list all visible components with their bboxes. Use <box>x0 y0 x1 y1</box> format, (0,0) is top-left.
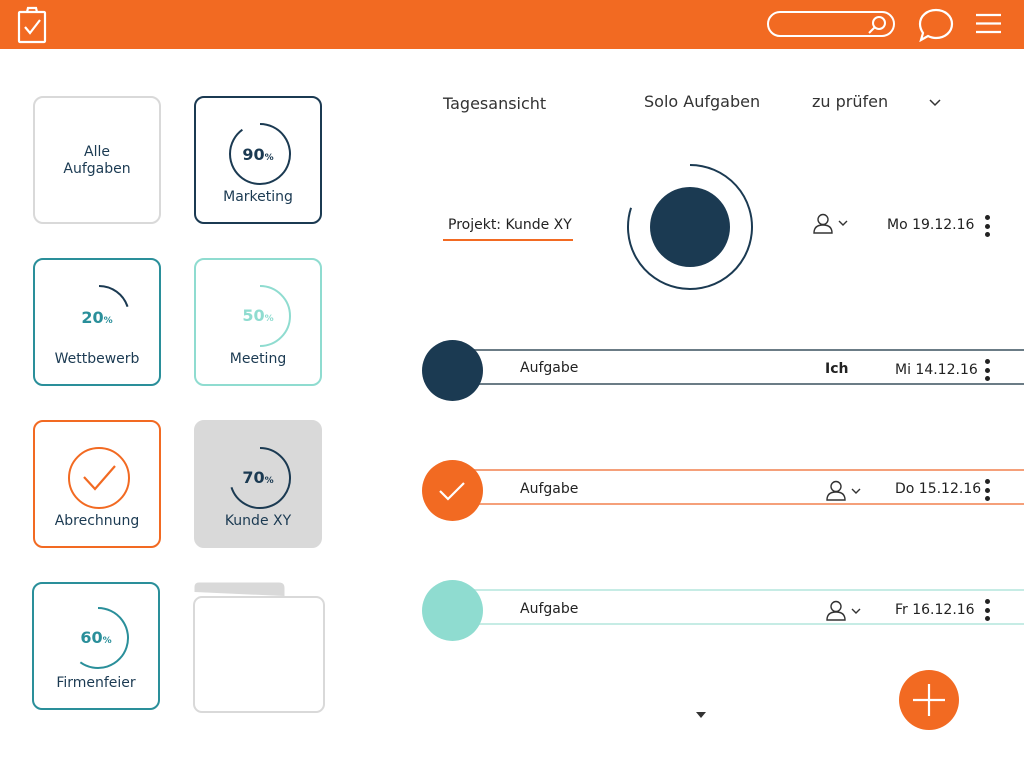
task-date: Mi 14.12.16 <box>895 362 978 378</box>
tile-label: Wettbewerb <box>54 351 140 367</box>
progress-percent: 90% <box>242 145 274 164</box>
caret-down-icon[interactable] <box>695 711 707 719</box>
task-title: Aufgabe <box>520 601 579 617</box>
more-options-icon[interactable] <box>982 215 992 241</box>
progress-percent: 70% <box>242 468 274 487</box>
tile-wettbewerb[interactable]: 20% Wettbewerb <box>33 258 161 386</box>
assignee-dropdown-icon[interactable] <box>826 600 864 622</box>
task-status-circle[interactable] <box>422 340 483 401</box>
checkmark-icon <box>68 447 130 509</box>
assignee-dropdown-icon[interactable] <box>826 480 864 502</box>
top-bar <box>0 0 1024 49</box>
tab-day-view[interactable]: Tagesansicht <box>443 94 546 113</box>
progress-ring <box>79 607 129 669</box>
task-status-circle[interactable] <box>422 460 483 521</box>
project-underline <box>443 239 573 241</box>
tab-solo-tasks[interactable]: Solo Aufgaben <box>644 92 760 111</box>
project-date: Mo 19.12.16 <box>887 217 975 233</box>
tile-abrechnung[interactable]: Abrechnung <box>33 420 161 548</box>
tile-kunde-xy[interactable]: 70% Kunde XY <box>194 420 322 548</box>
tile-label: Abrechnung <box>54 513 140 529</box>
search-field[interactable] <box>767 11 895 37</box>
search-icon[interactable] <box>866 15 888 35</box>
clipboard-check-icon[interactable] <box>17 6 49 44</box>
hamburger-menu-icon[interactable] <box>975 13 1003 35</box>
new-folder-tile[interactable] <box>193 582 325 713</box>
project-progress-ring <box>626 164 753 290</box>
task-title: Aufgabe <box>520 481 579 497</box>
tile-label: Alle Aufgaben <box>63 144 131 177</box>
tile-label: Meeting <box>229 351 287 367</box>
progress-percent: 20% <box>81 308 113 327</box>
task-date: Do 15.12.16 <box>895 481 982 497</box>
more-options-icon[interactable] <box>982 479 992 505</box>
folder-icon <box>193 582 325 713</box>
plus-icon <box>913 684 945 716</box>
tile-firmenfeier[interactable]: 60% Firmenfeier <box>32 582 160 710</box>
tab-to-review[interactable]: zu prüfen <box>812 92 888 111</box>
more-options-icon[interactable] <box>982 599 992 625</box>
tile-label: Kunde XY <box>224 513 292 529</box>
chevron-down-icon[interactable] <box>928 98 942 108</box>
more-options-icon[interactable] <box>982 359 992 385</box>
checkmark-icon <box>439 482 465 501</box>
tile-label: Marketing <box>223 189 293 205</box>
tile-meeting[interactable]: 50% Meeting <box>194 258 322 386</box>
tile-all-tasks[interactable]: Alle Aufgaben <box>33 96 161 224</box>
add-task-button[interactable] <box>899 670 959 730</box>
assignee-dropdown-icon[interactable] <box>813 213 851 235</box>
search-input[interactable] <box>777 15 867 35</box>
progress-percent: 60% <box>80 628 112 647</box>
task-status-circle[interactable] <box>422 580 483 641</box>
tile-marketing[interactable]: 90% Marketing <box>194 96 322 224</box>
tile-label: Firmenfeier <box>56 675 136 691</box>
progress-percent: 50% <box>242 306 274 325</box>
task-assignee[interactable]: Ich <box>825 361 848 377</box>
task-title: Aufgabe <box>520 360 579 376</box>
project-label[interactable]: Projekt: Kunde XY <box>448 217 572 233</box>
task-date: Fr 16.12.16 <box>895 602 975 618</box>
chat-bubble-icon[interactable] <box>917 8 955 42</box>
